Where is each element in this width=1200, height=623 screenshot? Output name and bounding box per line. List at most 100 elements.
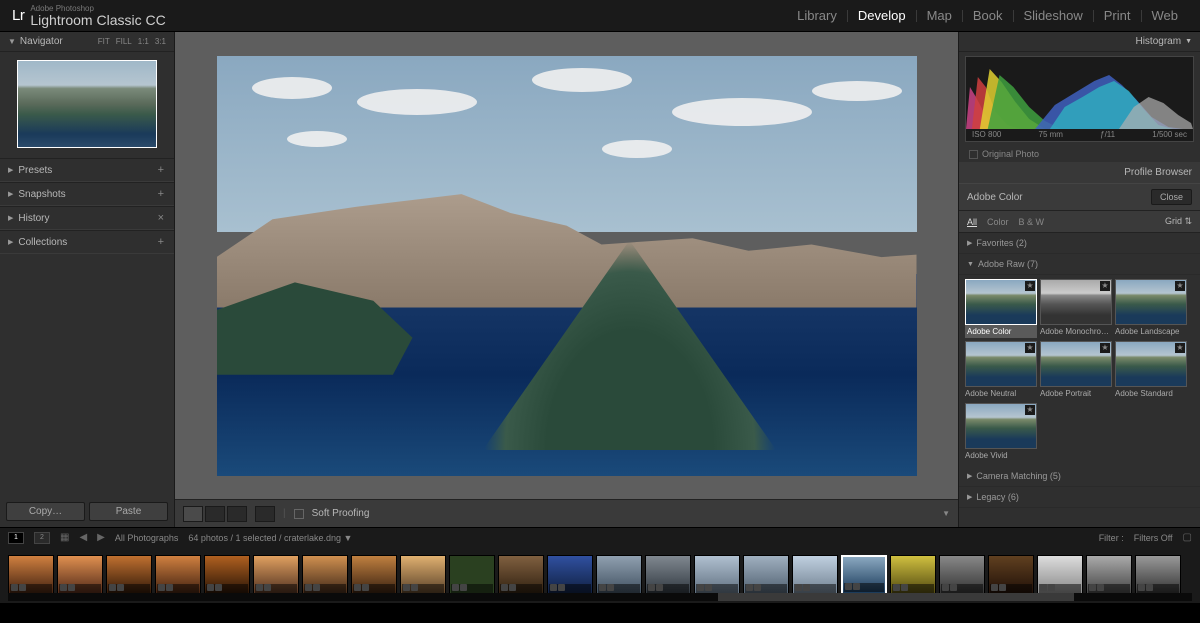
filmstrip-thumb[interactable] bbox=[204, 555, 250, 595]
filmstrip-thumb[interactable] bbox=[596, 555, 642, 595]
module-book[interactable]: Book bbox=[963, 8, 1013, 23]
filter-tab-color[interactable]: Color bbox=[987, 217, 1009, 227]
star-icon[interactable]: ★ bbox=[1025, 281, 1035, 291]
profile-browser-header[interactable]: Profile Browser bbox=[959, 162, 1200, 183]
main-image[interactable] bbox=[217, 56, 917, 476]
filmstrip-thumb[interactable] bbox=[351, 555, 397, 595]
module-library[interactable]: Library bbox=[787, 8, 847, 23]
module-map[interactable]: Map bbox=[917, 8, 962, 23]
filmstrip-thumb[interactable] bbox=[743, 555, 789, 595]
star-icon[interactable]: ★ bbox=[1025, 343, 1035, 353]
triangle-right-icon: ▶ bbox=[8, 190, 13, 198]
filmstrip-thumb[interactable] bbox=[449, 555, 495, 595]
monitor-1-button[interactable]: 1 bbox=[8, 532, 24, 544]
profile-adobe-landscape[interactable]: ★Adobe Landscape bbox=[1115, 279, 1187, 338]
filmstrip-scrollbar[interactable] bbox=[8, 593, 1192, 601]
zoom-1-1[interactable]: 1:1 bbox=[138, 37, 149, 46]
filter-lock-icon[interactable]: ▢ bbox=[1183, 532, 1192, 543]
star-icon[interactable]: ★ bbox=[1175, 281, 1185, 291]
left-panel: ▼ Navigator FITFILL1:13:1 ▶Presets+▶Snap… bbox=[0, 32, 175, 527]
histogram[interactable]: ISO 800 75 mm ƒ/11 1/500 sec bbox=[965, 56, 1194, 142]
grid-toggle[interactable]: Grid ⇅ bbox=[1165, 216, 1192, 227]
section-snapshots[interactable]: ▶Snapshots+ bbox=[0, 182, 174, 206]
adobe-raw-section[interactable]: ▼ Adobe Raw (7) bbox=[959, 254, 1200, 275]
filmstrip-thumb[interactable] bbox=[939, 555, 985, 595]
module-develop[interactable]: Develop bbox=[848, 8, 916, 23]
filter-tab-all[interactable]: All bbox=[967, 217, 977, 227]
profile-grid: ★Adobe Color★Adobe Monochrome★Adobe Land… bbox=[959, 275, 1200, 466]
filter-tab-bw[interactable]: B & W bbox=[1019, 217, 1045, 227]
app-name: Lightroom Classic CC bbox=[30, 13, 165, 27]
legacy-section[interactable]: ▶ Legacy (6) bbox=[959, 487, 1200, 508]
paste-button[interactable]: Paste bbox=[89, 502, 168, 521]
navigator-header[interactable]: ▼ Navigator FITFILL1:13:1 bbox=[0, 32, 174, 52]
filmstrip-thumb[interactable] bbox=[253, 555, 299, 595]
filmstrip-thumb[interactable] bbox=[1135, 555, 1181, 595]
close-button[interactable]: Close bbox=[1151, 189, 1192, 205]
filmstrip-thumb[interactable] bbox=[547, 555, 593, 595]
star-icon[interactable]: ★ bbox=[1100, 281, 1110, 291]
filmstrip-thumb[interactable] bbox=[792, 555, 838, 595]
grid-icon[interactable]: ▦ bbox=[60, 532, 69, 543]
section-collections[interactable]: ▶Collections+ bbox=[0, 230, 174, 254]
filmstrip-thumb[interactable] bbox=[302, 555, 348, 595]
filmstrip-thumb[interactable] bbox=[1086, 555, 1132, 595]
logo-mark: Lr bbox=[12, 7, 24, 24]
view-before-after-lr-button[interactable] bbox=[205, 506, 225, 522]
view-loupe-button[interactable] bbox=[183, 506, 203, 522]
filmstrip-thumb[interactable] bbox=[988, 555, 1034, 595]
current-profile-label: Adobe Color bbox=[967, 192, 1023, 203]
view-before-after-tb-button[interactable] bbox=[227, 506, 247, 522]
original-photo-checkbox[interactable] bbox=[969, 150, 978, 159]
filmstrip-thumb[interactable] bbox=[890, 555, 936, 595]
zoom-3-1[interactable]: 3:1 bbox=[155, 37, 166, 46]
soft-proofing-checkbox[interactable] bbox=[294, 509, 304, 519]
section-action-icon[interactable]: + bbox=[156, 236, 166, 248]
profile-adobe-standard[interactable]: ★Adobe Standard bbox=[1115, 341, 1187, 400]
filmstrip-thumb[interactable] bbox=[8, 555, 54, 595]
zoom-levels: FIT FILL 1:1 3:1 bbox=[98, 37, 166, 46]
zoom-fit[interactable]: FIT bbox=[98, 37, 110, 46]
filmstrip-thumb[interactable] bbox=[106, 555, 152, 595]
profile-adobe-monochrome[interactable]: ★Adobe Monochrome bbox=[1040, 279, 1112, 338]
toolbar-chevron-icon[interactable]: ▼ bbox=[942, 509, 950, 518]
right-panel: Histogram▼ ISO 800 75 mm ƒ/11 1/500 sec … bbox=[958, 32, 1200, 527]
favorites-section[interactable]: ▶ Favorites (2) bbox=[959, 233, 1200, 254]
profile-adobe-portrait[interactable]: ★Adobe Portrait bbox=[1040, 341, 1112, 400]
section-action-icon[interactable]: + bbox=[156, 164, 166, 176]
nav-back-icon[interactable]: ◀ bbox=[79, 532, 87, 543]
view-swap-button[interactable] bbox=[255, 506, 275, 522]
star-icon[interactable]: ★ bbox=[1025, 405, 1035, 415]
histogram-header[interactable]: Histogram▼ bbox=[959, 32, 1200, 52]
filter-value[interactable]: Filters Off bbox=[1134, 533, 1173, 543]
section-action-icon[interactable]: × bbox=[156, 212, 166, 224]
nav-forward-icon[interactable]: ▶ bbox=[97, 532, 105, 543]
scrollbar-handle[interactable] bbox=[718, 593, 1073, 601]
navigator-preview[interactable] bbox=[17, 60, 157, 148]
zoom-fill[interactable]: FILL bbox=[116, 37, 132, 46]
camera-matching-section[interactable]: ▶ Camera Matching (5) bbox=[959, 466, 1200, 487]
profile-adobe-color[interactable]: ★Adobe Color bbox=[965, 279, 1037, 338]
filmstrip-thumb[interactable] bbox=[694, 555, 740, 595]
module-web[interactable]: Web bbox=[1142, 8, 1189, 23]
filmstrip-thumb[interactable] bbox=[400, 555, 446, 595]
monitor-2-button[interactable]: 2 bbox=[34, 532, 50, 544]
module-print[interactable]: Print bbox=[1094, 8, 1141, 23]
filmstrip-thumb[interactable] bbox=[57, 555, 103, 595]
collection-label[interactable]: All Photographs bbox=[115, 533, 179, 543]
module-slideshow[interactable]: Slideshow bbox=[1014, 8, 1093, 23]
profile-adobe-vivid[interactable]: ★Adobe Vivid bbox=[965, 403, 1037, 462]
section-presets[interactable]: ▶Presets+ bbox=[0, 158, 174, 182]
filmstrip-thumb[interactable] bbox=[498, 555, 544, 595]
filmstrip-thumb[interactable] bbox=[1037, 555, 1083, 595]
filmstrip-thumb[interactable] bbox=[841, 555, 887, 595]
filmstrip-thumb[interactable] bbox=[645, 555, 691, 595]
star-icon[interactable]: ★ bbox=[1175, 343, 1185, 353]
triangle-right-icon: ▶ bbox=[967, 493, 972, 501]
star-icon[interactable]: ★ bbox=[1100, 343, 1110, 353]
copy-button[interactable]: Copy… bbox=[6, 502, 85, 521]
section-action-icon[interactable]: + bbox=[156, 188, 166, 200]
profile-adobe-neutral[interactable]: ★Adobe Neutral bbox=[965, 341, 1037, 400]
section-history[interactable]: ▶History× bbox=[0, 206, 174, 230]
filmstrip-thumb[interactable] bbox=[155, 555, 201, 595]
